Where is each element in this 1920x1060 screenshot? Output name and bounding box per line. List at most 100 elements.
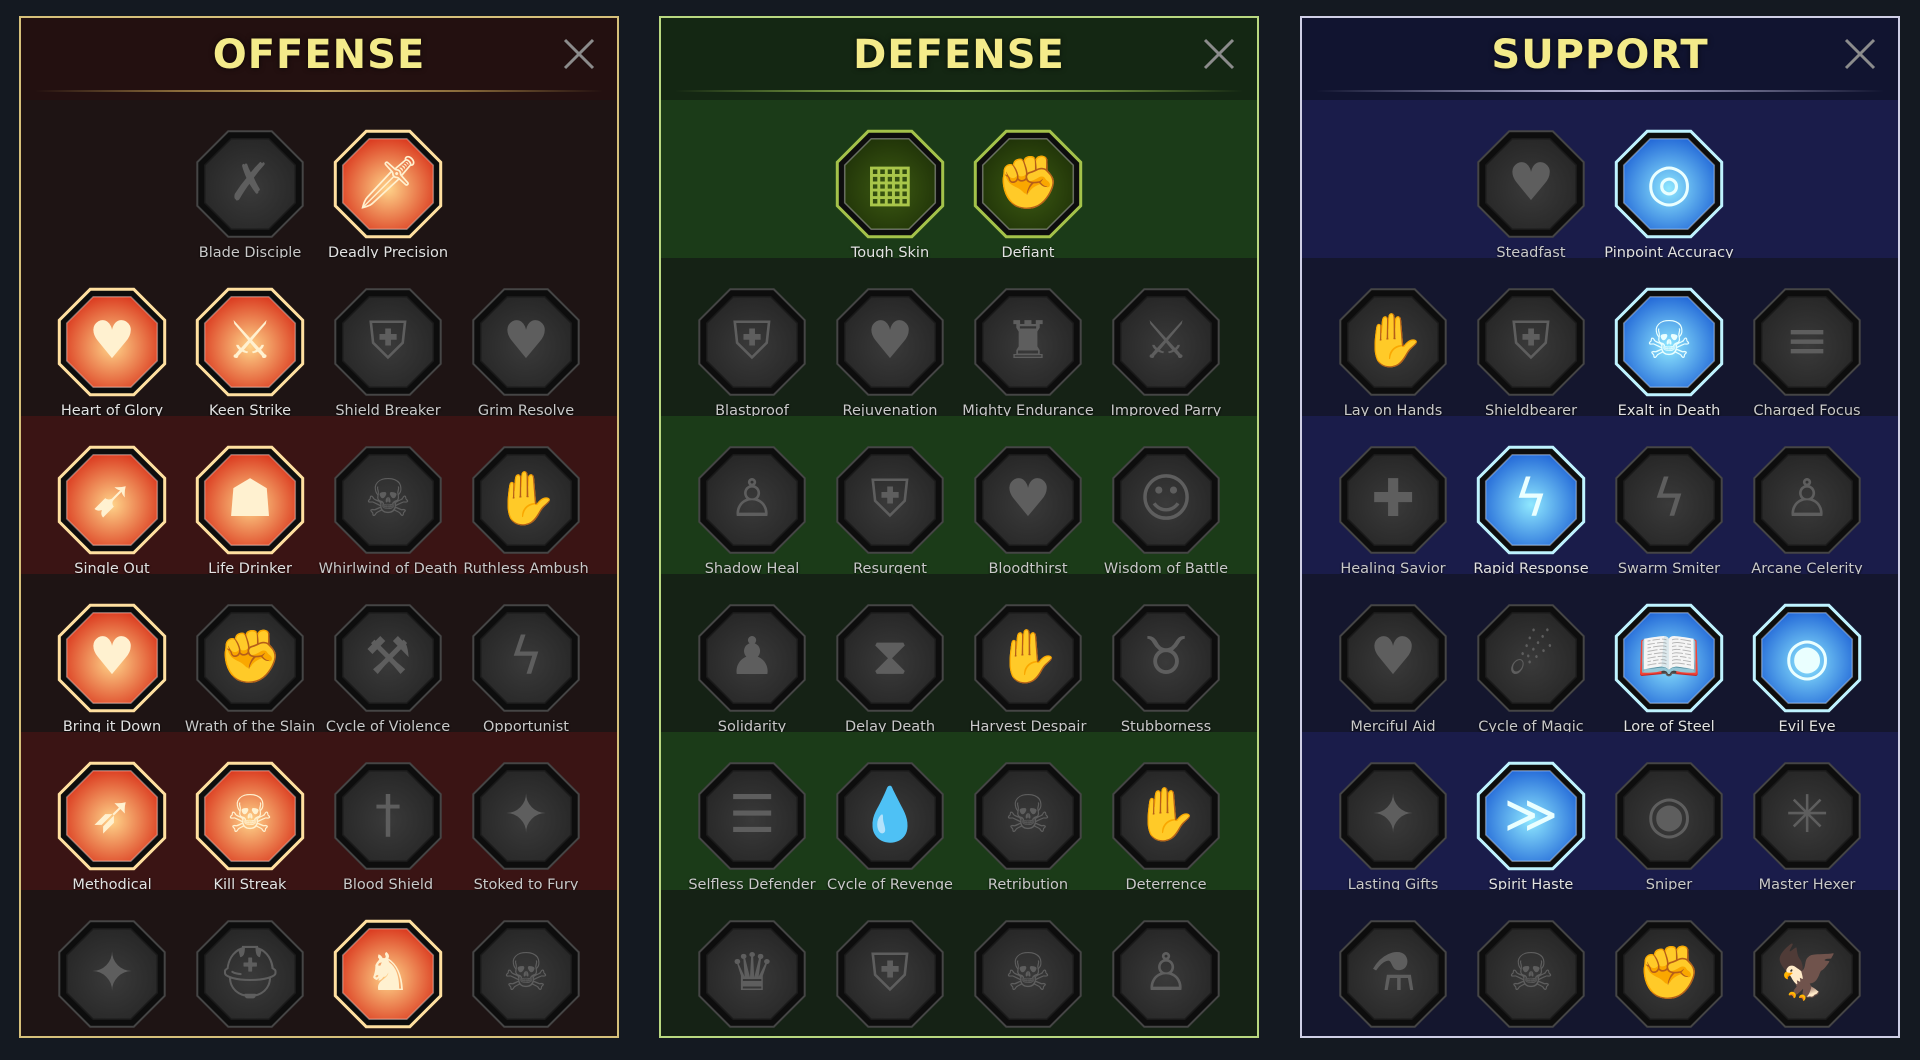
defense-panel: DEFENSE ▦ Tough Skin ✊ Defiant ⛨ Blastproof ♥… <box>659 16 1259 1038</box>
skill-selfless-defender[interactable]: ☰ Selfless Defender <box>683 756 821 893</box>
skill-deadly-precision[interactable]: 🗡 Deadly Precision <box>319 124 457 261</box>
skill-harvest-despair[interactable]: ✋ Harvest Despair <box>959 598 1097 735</box>
lay-on-hands-icon: ✋ <box>1339 288 1447 396</box>
skill-bulwark[interactable]: ⛨ Bulwark <box>821 914 959 1036</box>
skill-life-drinker[interactable]: ☗ Life Drinker <box>181 440 319 577</box>
skill-shieldbearer[interactable]: ⛨ Shieldbearer <box>1462 282 1600 419</box>
skill-lasting-gifts[interactable]: ✦ Lasting Gifts <box>1324 756 1462 893</box>
grim-resolve-icon: ♥ <box>472 288 580 396</box>
skill-retribution[interactable]: ☠ Retribution <box>959 756 1097 893</box>
skill-deterrence[interactable]: ✋ Deterrence <box>1097 756 1235 893</box>
skill-single-out[interactable]: ➹ Single Out <box>43 440 181 577</box>
support-row-2: ✋ Lay on Hands ⛨ Shieldbearer ☠ Exalt in Deat… <box>1302 258 1898 419</box>
sniper-icon: ◉ <box>1615 762 1723 870</box>
skill-fearsome-presence[interactable]: ☠ Fearsome Presence <box>958 914 1099 1036</box>
skill-exalt-in-death[interactable]: ☠ Exalt in Death <box>1600 282 1738 419</box>
defense-row-6: ♛ Iron Skin ⛨ Bulwark ☠ Fearsome Presence ♙ Uns… <box>661 890 1257 1036</box>
skill-sniper[interactable]: ◉ Sniper <box>1600 756 1738 893</box>
skill-stoked-to-fury[interactable]: ✦ Stoked to Fury <box>457 756 595 893</box>
skill-elixir-of-life[interactable]: ⚗ Elixir of Life <box>1324 914 1462 1036</box>
skill-stubborness[interactable]: ♉ Stubborness <box>1097 598 1235 735</box>
skill-arcane-celerity[interactable]: ♙ Arcane Celerity <box>1738 440 1876 577</box>
skill-steadfast[interactable]: ♥ Steadfast <box>1462 124 1600 261</box>
skill-cycle-of-magic[interactable]: ☄ Cycle of Magic <box>1462 598 1600 735</box>
skill-wisdom-of-battle[interactable]: ☺ Wisdom of Battle <box>1097 440 1235 577</box>
elixir-of-life-icon: ⚗ <box>1339 920 1447 1028</box>
selfless-defender-icon: ☰ <box>698 762 806 870</box>
skill-defiant[interactable]: ✊ Defiant <box>959 124 1097 261</box>
skill-shield-breaker[interactable]: ⛨ Shield Breaker <box>319 282 457 419</box>
skill-delay-death[interactable]: ⧗ Delay Death <box>821 598 959 735</box>
life-drinker-icon: ☗ <box>195 445 305 555</box>
oppressor-icon: ✊ <box>1615 920 1723 1028</box>
skill-pinpoint-accuracy[interactable]: ◎ Pinpoint Accuracy <box>1600 124 1738 261</box>
healing-savior-icon: ✚ <box>1339 446 1447 554</box>
skill-blastproof[interactable]: ⛨ Blastproof <box>683 282 821 419</box>
skill-heart-of-glory[interactable]: ♥ Heart of Glory <box>43 282 181 419</box>
skill-grim-resolve[interactable]: ♥ Grim Resolve <box>457 282 595 419</box>
keen-strike-icon: ⚔ <box>195 287 305 397</box>
skill-charged-focus[interactable]: ≡ Charged Focus <box>1738 282 1876 419</box>
svg-text:♟: ♟ <box>729 627 776 687</box>
support-row-6: ⚗ Elixir of Life ☠ Timely Intervention ✊ Oppr… <box>1302 890 1898 1036</box>
offense-row-5: ➶ Methodical ☠ Kill Streak † Blood Shield ✦ Sto… <box>21 732 617 893</box>
deadly-precision-icon: 🗡 <box>333 129 443 239</box>
svg-text:➹: ➹ <box>90 469 134 529</box>
skill-ruthless-ambush[interactable]: ✋ Ruthless Ambush <box>457 440 595 577</box>
skill-warmaster[interactable]: ✦ Warmaster <box>43 914 181 1036</box>
skill-rapid-response[interactable]: ϟ Rapid Response <box>1462 440 1600 577</box>
wrath-of-the-slain-icon: ✊ <box>196 604 304 712</box>
skill-evil-eye[interactable]: ◉ Evil Eye <box>1738 598 1876 735</box>
skill-oppressor[interactable]: ✊ Oppressor <box>1600 914 1738 1036</box>
skill-bring-it-down[interactable]: ♥ Bring it Down <box>43 598 181 735</box>
svg-text:☰: ☰ <box>729 785 776 845</box>
skill-unshakeable[interactable]: ♙ Unshakeable <box>1097 914 1235 1036</box>
skill-bloodthirst[interactable]: ♥ Bloodthirst <box>959 440 1097 577</box>
svg-text:✦: ✦ <box>504 785 548 845</box>
skill-master-hexer[interactable]: ✳ Master Hexer <box>1738 756 1876 893</box>
helmsmasher-icon: ⛑ <box>196 920 304 1028</box>
svg-text:☠: ☠ <box>503 943 550 1003</box>
svg-text:≡: ≡ <box>1785 311 1829 371</box>
offense-row-1: ✗ Blade Disciple 🗡 Deadly Precision <box>21 100 617 261</box>
svg-text:⛨: ⛨ <box>870 943 909 1003</box>
skill-helmsmasher[interactable]: ⛑ Helmsmasher <box>181 914 319 1036</box>
skill-blood-shield[interactable]: † Blood Shield <box>319 756 457 893</box>
shieldbearer-icon: ⛨ <box>1477 288 1585 396</box>
skill-opportunist[interactable]: ϟ Opportunist <box>457 598 595 735</box>
skill-spirit-haste[interactable]: ≫ Spirit Haste <box>1462 756 1600 893</box>
skill-resurgent[interactable]: ⛨ Resurgent <box>821 440 959 577</box>
defense-close-icon[interactable] <box>1201 36 1237 72</box>
skill-timely-intervention[interactable]: ☠ Timely Intervention <box>1460 914 1602 1036</box>
skill-keen-strike[interactable]: ⚔ Keen Strike <box>181 282 319 419</box>
skill-iron-skin[interactable]: ♛ Iron Skin <box>683 914 821 1036</box>
offense-close-icon[interactable] <box>561 36 597 72</box>
skill-flawless-execution[interactable]: ☠ Flawless Execution <box>457 914 595 1036</box>
skill-cycle-of-violence[interactable]: ⚒ Cycle of Violence <box>319 598 457 735</box>
skill-methodical[interactable]: ➶ Methodical <box>43 756 181 893</box>
skill-blade-disciple[interactable]: ✗ Blade Disciple <box>181 124 319 261</box>
skill-lay-on-hands[interactable]: ✋ Lay on Hands <box>1324 282 1462 419</box>
svg-text:♥: ♥ <box>1370 627 1417 687</box>
skill-shadow-heal[interactable]: ♙ Shadow Heal <box>683 440 821 577</box>
skill-rejuvenation[interactable]: ♥ Rejuvenation <box>821 282 959 419</box>
skill-kill-streak[interactable]: ☠ Kill Streak <box>181 756 319 893</box>
wisdom-of-battle-icon: ☺ <box>1112 446 1220 554</box>
skill-lore-of-steel[interactable]: 📖 Lore of Steel <box>1600 598 1738 735</box>
skill-cycle-of-revenge[interactable]: 💧 Cycle of Revenge <box>821 756 959 893</box>
skill-swarm-smiter[interactable]: ϟ Swarm Smiter <box>1600 440 1738 577</box>
skill-whirlwind-of-death[interactable]: ☠ Whirlwind of Death <box>319 440 457 577</box>
skill-wrath-of-the-slain[interactable]: ✊ Wrath of the Slain <box>181 598 319 735</box>
skill-eagle-eye[interactable]: 🦅 Eagle-Eye <box>1738 914 1876 1036</box>
svg-text:⛑: ⛑ <box>217 943 283 1003</box>
skill-mighty-endurance[interactable]: ♜ Mighty Endurance <box>959 282 1097 419</box>
skill-tough-skin[interactable]: ▦ Tough Skin <box>821 124 959 261</box>
skill-merciful-aid[interactable]: ♥ Merciful Aid <box>1324 598 1462 735</box>
skill-healing-savior[interactable]: ✚ Healing Savior <box>1324 440 1462 577</box>
support-close-icon[interactable] <box>1842 36 1878 72</box>
arcane-celerity-icon: ♙ <box>1753 446 1861 554</box>
skill-giant-slayer[interactable]: ♞ Giant Slayer <box>319 914 457 1036</box>
skill-solidarity[interactable]: ♟ Solidarity <box>683 598 821 735</box>
skill-improved-parry[interactable]: ⚔ Improved Parry <box>1097 282 1235 419</box>
stoked-to-fury-icon: ✦ <box>472 762 580 870</box>
